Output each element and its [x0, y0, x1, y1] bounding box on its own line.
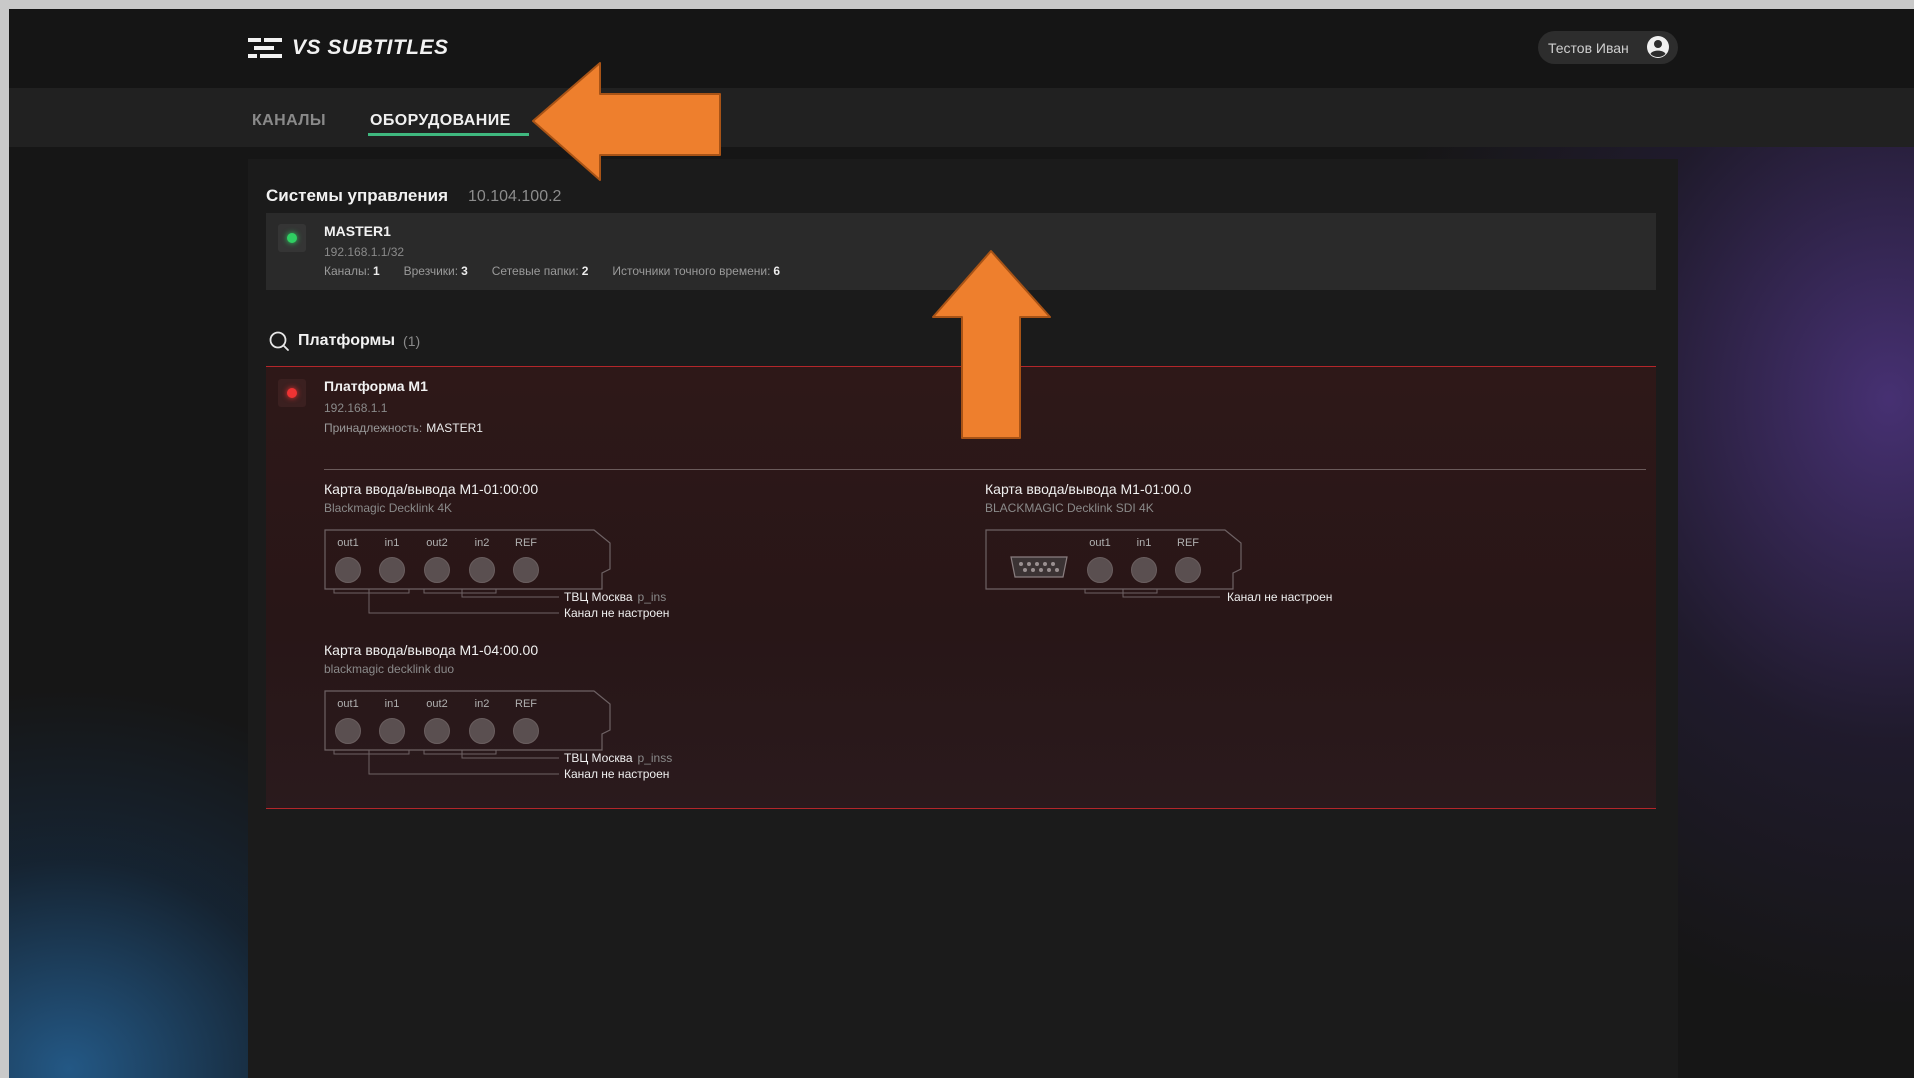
search-icon[interactable]	[268, 330, 290, 352]
up-arrow-icon	[932, 250, 1051, 439]
tab-channels[interactable]: КАНАЛЫ	[252, 112, 326, 130]
io-board: out1 in1 out2 in2 REF ТВЦ Москва p_ins Ка…	[324, 529, 704, 639]
status-offline-icon	[287, 388, 297, 398]
stat-channels: Каналы: 1	[324, 264, 380, 278]
io-card[interactable]: Карта ввода/вывода M1-04:00.00 blackmagi…	[324, 642, 538, 676]
port-out2[interactable]	[424, 557, 450, 583]
app-screen: VS SUBTITLES Тестов Иван КАНАЛЫ ОБОРУДОВ…	[9, 9, 1914, 1078]
port-in1[interactable]	[1131, 557, 1157, 583]
io-card-model: blackmagic decklink duo	[324, 662, 455, 676]
status-indicator	[278, 379, 306, 407]
platforms-header: Платформы (1)	[268, 330, 420, 352]
port-label: in2	[474, 537, 490, 549]
port-ref[interactable]	[513, 718, 539, 744]
master-stats: Каналы: 1 Врезчики: 3 Сетевые папки: 2 Исто…	[324, 264, 780, 278]
nav-bar: КАНАЛЫ ОБОРУДОВАНИЕ	[9, 88, 1914, 147]
control-systems-header: Системы управления 10.104.100.2	[266, 186, 561, 206]
port-label: in1	[384, 698, 400, 710]
app-title: VS SUBTITLES	[292, 36, 449, 59]
stat-time-sources: Источники точного времени: 6	[612, 264, 781, 278]
port-in2[interactable]	[469, 718, 495, 744]
port-label: out2	[426, 698, 448, 710]
master-name: MASTER1	[324, 223, 391, 239]
port-label: in1	[1136, 537, 1152, 549]
io-board: out1 in1 REF Канал не настроен	[985, 529, 1385, 639]
port-in1[interactable]	[379, 557, 405, 583]
io-card-title: Карта ввода/вывода M1-01:00:00	[324, 481, 539, 497]
io-board: out1 in1 out2 in2 REF ТВЦ Москва p_inss К…	[324, 690, 704, 800]
platform-affiliation: Принадлежность: MASTER1	[324, 421, 483, 435]
logo[interactable]: VS SUBTITLES	[248, 36, 449, 60]
port-ref[interactable]	[1175, 557, 1201, 583]
port-label: out1	[337, 698, 359, 710]
port-out1[interactable]	[335, 718, 361, 744]
port-out2[interactable]	[424, 718, 450, 744]
io-card-model: BLACKMAGIC Decklink SDI 4K	[985, 501, 1154, 515]
connection-label[interactable]: Канал не настроен	[564, 767, 669, 781]
platforms-title: Платформы	[298, 332, 396, 349]
stat-inserters: Врезчики: 3	[403, 264, 468, 278]
status-indicator	[278, 224, 306, 252]
platforms-count: (1)	[403, 333, 421, 349]
port-out1[interactable]	[335, 557, 361, 583]
section-title: Системы управления	[266, 186, 449, 205]
io-card-model: Blackmagic Decklink 4K	[324, 501, 453, 515]
port-in1[interactable]	[379, 718, 405, 744]
left-arrow-icon	[532, 62, 721, 181]
io-card-title: Карта ввода/вывода M1-04:00.00	[324, 642, 539, 658]
io-card[interactable]: Карта ввода/вывода M1-01:00.0 BLACKMAGIC…	[985, 481, 1191, 515]
serial-port-icon	[1010, 556, 1068, 578]
connection-label[interactable]: Канал не настроен	[1227, 590, 1332, 604]
user-name: Тестов Иван	[1548, 39, 1629, 56]
port-label: REF	[515, 698, 537, 710]
logo-icon	[248, 38, 282, 58]
io-card[interactable]: Карта ввода/вывода M1-01:00:00 Blackmagi…	[324, 481, 538, 515]
platform-ip: 192.168.1.1	[324, 401, 388, 415]
port-label: in1	[384, 537, 400, 549]
user-menu[interactable]: Тестов Иван	[1538, 31, 1678, 64]
master-ip: 192.168.1.1/32	[324, 245, 405, 259]
connection-label[interactable]: Канал не настроен	[564, 606, 669, 620]
port-label: in2	[474, 698, 490, 710]
top-bar: VS SUBTITLES Тестов Иван	[9, 9, 1914, 88]
platform-name: Платформа M1	[324, 378, 428, 394]
port-label: REF	[1177, 537, 1199, 549]
connection-label[interactable]: ТВЦ Москва p_ins	[564, 590, 666, 604]
port-ref[interactable]	[513, 557, 539, 583]
port-in2[interactable]	[469, 557, 495, 583]
divider	[324, 469, 1646, 470]
port-label: out2	[426, 537, 448, 549]
user-avatar-icon	[1647, 36, 1669, 58]
port-label: out1	[1089, 537, 1111, 549]
tab-equipment[interactable]: ОБОРУДОВАНИЕ	[370, 112, 511, 130]
active-tab-indicator	[368, 133, 529, 136]
io-card-title: Карта ввода/вывода M1-01:00.0	[985, 481, 1192, 497]
status-online-icon	[287, 233, 297, 243]
connection-label[interactable]: ТВЦ Москва p_inss	[564, 751, 672, 765]
port-label: out1	[337, 537, 359, 549]
port-out1[interactable]	[1087, 557, 1113, 583]
stat-network-folders: Сетевые папки: 2	[491, 264, 589, 278]
port-label: REF	[515, 537, 537, 549]
control-ip: 10.104.100.2	[468, 188, 562, 205]
